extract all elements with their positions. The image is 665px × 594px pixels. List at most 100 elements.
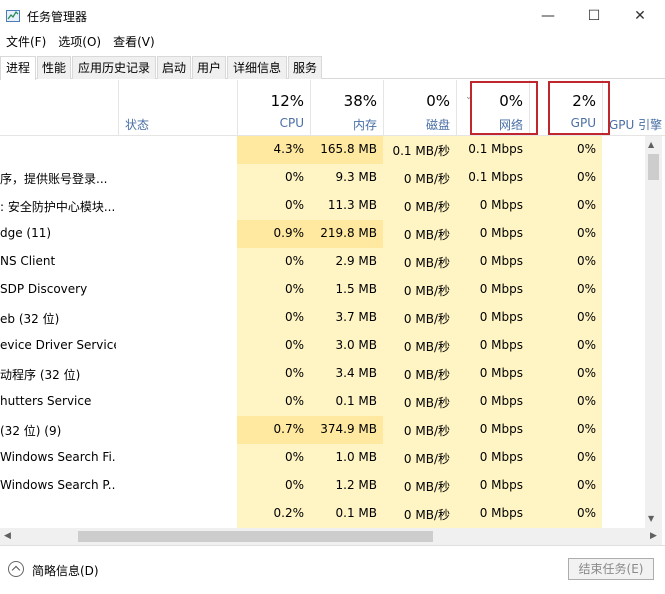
disk-value: 0.1 MB/秒 [392, 144, 450, 158]
memory-value: 11.3 MB [327, 198, 377, 212]
tab-performance[interactable]: 性能 [37, 56, 71, 79]
disk-header-label: 磁盘 [425, 118, 450, 132]
footer: 简略信息(D) 结束任务(E) [0, 545, 665, 594]
horizontal-scrollbar[interactable]: ◀ ▶ [0, 528, 662, 545]
gpu-value: 0% [576, 478, 596, 492]
vertical-scrollbar[interactable]: ▲ ▼ [645, 136, 662, 528]
gpu-value: 0% [576, 338, 596, 352]
fewer-details-link[interactable]: 简略信息(D) [32, 562, 99, 579]
process-name: 序，提供账号登录... [0, 172, 108, 186]
table-row[interactable]: 4.3% 165.8 MB 0.1 MB/秒 0.1 Mbps 0% [0, 136, 645, 164]
network-value: 0 Mbps [479, 254, 523, 268]
table-row[interactable]: Windows Search P... 0% 1.2 MB 0 MB/秒 0 Mbps 0… [0, 472, 645, 500]
table-row[interactable]: NS Client 0% 2.9 MB 0 MB/秒 0 Mbps 0% [0, 248, 645, 276]
tab-app-history[interactable]: 应用历史记录 [72, 56, 156, 79]
gpu-value: 0% [576, 170, 596, 184]
cpu-value: 0% [284, 310, 304, 324]
process-name: dge (11) [0, 226, 52, 240]
scroll-down-icon[interactable]: ▼ [648, 514, 654, 523]
gpu-highlight-box [548, 81, 610, 135]
memory-value: 3.4 MB [335, 366, 377, 380]
network-value: 0 Mbps [479, 198, 523, 212]
network-value: 0 Mbps [479, 310, 523, 324]
cpu-total: 12% [270, 92, 304, 110]
disk-value: 0 MB/秒 [403, 256, 450, 270]
memory-value: 1.0 MB [335, 450, 377, 464]
cpu-value: 0.7% [273, 422, 305, 436]
tab-strip: 进程 性能 应用历史记录 启动 用户 详细信息 服务 [0, 56, 665, 80]
column-disk[interactable]: 0% 磁盘 [383, 80, 456, 136]
network-value: 0 Mbps [479, 478, 523, 492]
menu-view[interactable]: 查看(V) [107, 32, 161, 52]
process-name: Windows Search P... [0, 478, 116, 492]
disk-value: 0 MB/秒 [403, 508, 450, 522]
table-row[interactable]: dge (11) 0.9% 219.8 MB 0 MB/秒 0 Mbps 0% [0, 220, 645, 248]
disk-value: 0 MB/秒 [403, 312, 450, 326]
gpu-value: 0% [576, 142, 596, 156]
vertical-scroll-thumb[interactable] [648, 154, 659, 180]
table-row[interactable]: Windows Search Fi... 0% 1.0 MB 0 MB/秒 0 Mbps… [0, 444, 645, 472]
tab-processes[interactable]: 进程 [0, 56, 36, 80]
table-row[interactable]: 序，提供账号登录... 0% 9.3 MB 0 MB/秒 0.1 Mbps 0% [0, 164, 645, 192]
close-button[interactable]: ✕ [617, 0, 663, 32]
chevron-up-icon[interactable] [8, 561, 24, 577]
maximize-button[interactable]: ☐ [571, 0, 617, 32]
cpu-value: 0% [284, 394, 304, 408]
gpu-value: 0% [576, 366, 596, 380]
table-row[interactable]: eb (32 位) 0% 3.7 MB 0 MB/秒 0 Mbps 0% [0, 304, 645, 332]
status-header-label: 状态 [125, 118, 150, 132]
table-row[interactable]: SDP Discovery 0% 1.5 MB 0 MB/秒 0 Mbps 0% [0, 276, 645, 304]
table-row[interactable]: evice Driver Service 0% 3.0 MB 0 MB/秒 0 Mbps… [0, 332, 645, 360]
memory-value: 165.8 MB [320, 142, 377, 156]
process-name: : 安全防护中心模块... [0, 200, 116, 214]
scroll-right-icon[interactable]: ▶ [650, 531, 657, 541]
cpu-value: 0.9% [273, 226, 305, 240]
scroll-left-icon[interactable]: ◀ [4, 531, 11, 541]
cpu-value: 4.3% [273, 142, 305, 156]
network-value: 0 Mbps [479, 506, 523, 520]
network-value: 0 Mbps [479, 282, 523, 296]
column-cpu[interactable]: 12% CPU [237, 80, 310, 136]
memory-value: 0.1 MB [335, 394, 377, 408]
menu-options[interactable]: 选项(O) [52, 32, 107, 52]
disk-value: 0 MB/秒 [403, 200, 450, 214]
scroll-up-icon[interactable]: ▲ [648, 140, 654, 149]
table-row[interactable]: : 安全防护中心模块... 0% 11.3 MB 0 MB/秒 0 Mbps 0% [0, 192, 645, 220]
minimize-button[interactable]: — [525, 0, 571, 32]
table-row[interactable]: 动程序 (32 位) 0% 3.4 MB 0 MB/秒 0 Mbps 0% [0, 360, 645, 388]
process-name: (32 位) (9) [0, 424, 62, 438]
table-row[interactable]: 0.2% 0.1 MB 0 MB/秒 0 Mbps 0% [0, 500, 645, 528]
cpu-value: 0.2% [273, 506, 305, 520]
gpu-value: 0% [576, 450, 596, 464]
end-task-button[interactable]: 结束任务(E) [568, 558, 654, 580]
disk-value: 0 MB/秒 [403, 424, 450, 438]
column-memory[interactable]: 38% 内存 [310, 80, 383, 136]
gpu-value: 0% [576, 506, 596, 520]
network-value: 0 Mbps [479, 338, 523, 352]
cpu-header-label: CPU [279, 116, 304, 130]
table-row[interactable]: (32 位) (9) 0.7% 374.9 MB 0 MB/秒 0 Mbps 0% [0, 416, 645, 444]
tab-services[interactable]: 服务 [288, 56, 322, 79]
memory-value: 0.1 MB [335, 506, 377, 520]
tab-startup[interactable]: 启动 [157, 56, 191, 79]
network-value: 0 Mbps [479, 422, 523, 436]
process-name: evice Driver Service [0, 338, 116, 352]
column-gpu-engine[interactable]: GPU 引擎 [602, 80, 665, 136]
process-name: NS Client [0, 254, 56, 268]
cpu-value: 0% [284, 198, 304, 212]
horizontal-scroll-thumb[interactable] [78, 531, 433, 542]
tab-users[interactable]: 用户 [192, 56, 226, 79]
cpu-value: 0% [284, 366, 304, 380]
process-name: 动程序 (32 位) [0, 368, 81, 382]
cpu-value: 0% [284, 450, 304, 464]
window-title: 任务管理器 [27, 10, 88, 24]
disk-value: 0 MB/秒 [403, 396, 450, 410]
memory-value: 2.9 MB [335, 254, 377, 268]
network-value: 0 Mbps [479, 394, 523, 408]
column-status[interactable]: 状态 [118, 80, 237, 136]
gpu-value: 0% [576, 198, 596, 212]
menu-file[interactable]: 文件(F) [0, 32, 52, 52]
table-row[interactable]: hutters Service 0% 0.1 MB 0 MB/秒 0 Mbps 0% [0, 388, 645, 416]
tab-details[interactable]: 详细信息 [227, 56, 287, 79]
process-list: 4.3% 165.8 MB 0.1 MB/秒 0.1 Mbps 0% 序，提供账号登录..… [0, 136, 645, 528]
